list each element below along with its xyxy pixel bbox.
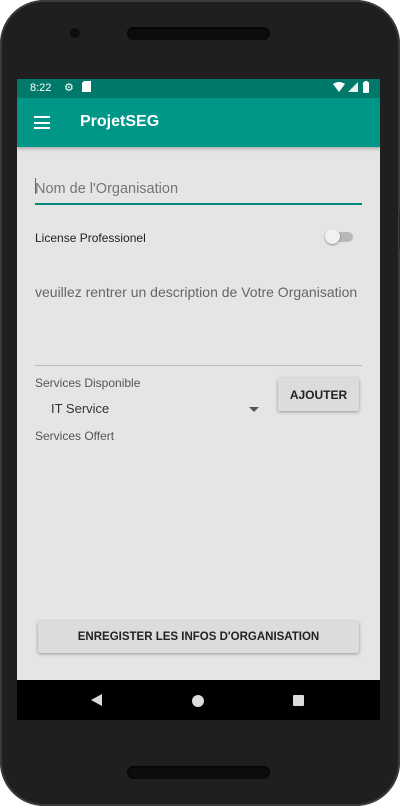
sd-card-icon bbox=[82, 81, 91, 95]
toggle-thumb bbox=[325, 229, 340, 244]
signal-icon bbox=[348, 82, 358, 92]
app-screen: 8:22 ⚙ ProjetSEG License Professionel bbox=[17, 79, 380, 720]
battery-icon bbox=[363, 81, 369, 93]
services-offert-label: Services Offert bbox=[35, 429, 115, 443]
app-bar: ProjetSEG bbox=[17, 98, 380, 147]
save-organisation-button[interactable]: ENREGISTER LES INFOS D'ORGANISATION bbox=[38, 621, 359, 653]
recent-apps-icon[interactable] bbox=[293, 695, 304, 706]
status-bar: 8:22 ⚙ bbox=[17, 79, 380, 98]
dropdown-arrow-icon bbox=[249, 407, 259, 412]
license-toggle[interactable] bbox=[325, 229, 353, 244]
navigation-bar bbox=[17, 680, 380, 720]
services-disponible-label: Services Disponible bbox=[35, 376, 141, 390]
organisation-name-input[interactable] bbox=[35, 175, 362, 205]
status-time: 8:22 bbox=[30, 82, 52, 94]
description-placeholder: veuillez rentrer un description de Votre… bbox=[35, 284, 358, 300]
text-cursor bbox=[35, 178, 36, 194]
front-camera bbox=[70, 28, 80, 38]
top-speaker bbox=[127, 27, 270, 40]
services-selected-value: IT Service bbox=[51, 401, 110, 416]
settings-icon: ⚙ bbox=[64, 82, 74, 94]
home-icon[interactable] bbox=[192, 695, 204, 707]
app-title: ProjetSEG bbox=[80, 113, 160, 130]
description-input[interactable]: veuillez rentrer un description de Votre… bbox=[35, 283, 362, 366]
license-label: License Professionel bbox=[35, 231, 146, 245]
wifi-icon bbox=[333, 82, 345, 92]
bottom-speaker bbox=[127, 766, 270, 779]
services-dropdown[interactable]: IT Service bbox=[35, 399, 263, 421]
phone-frame: 8:22 ⚙ ProjetSEG License Professionel bbox=[0, 0, 400, 806]
back-icon[interactable] bbox=[91, 694, 102, 706]
ajouter-button[interactable]: AJOUTER bbox=[278, 378, 359, 411]
hamburger-menu-icon[interactable] bbox=[34, 116, 52, 129]
status-icons-right bbox=[332, 81, 372, 97]
